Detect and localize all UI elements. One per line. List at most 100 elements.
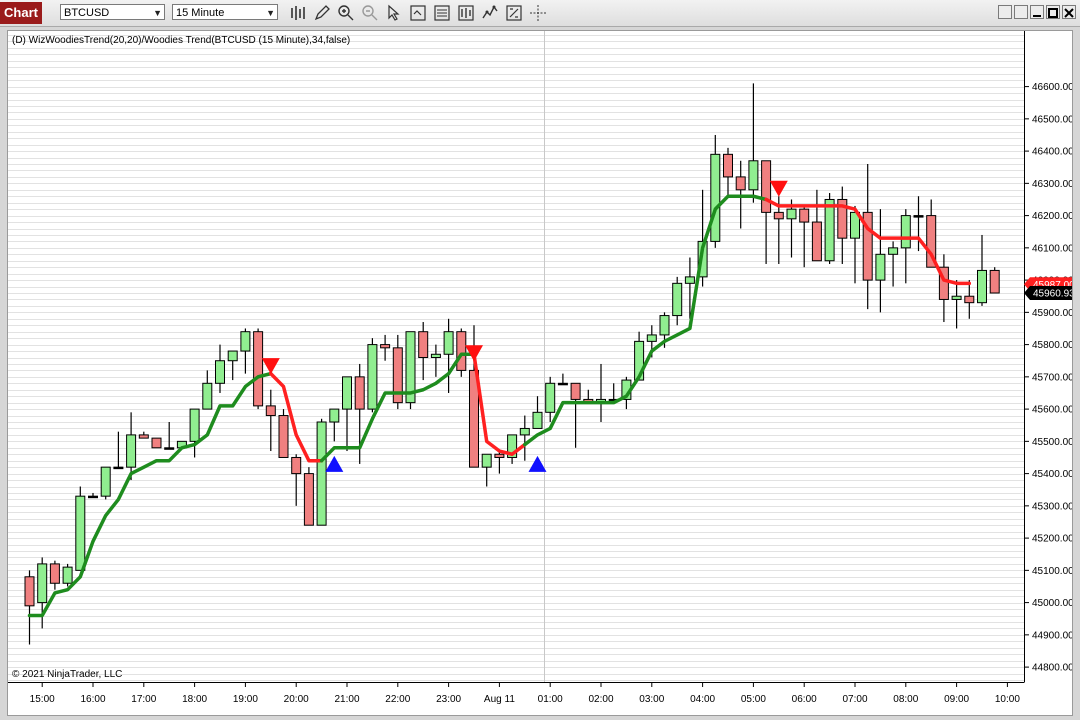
y-tick-label: 45000.00	[1032, 598, 1072, 609]
y-tick-label: 45500.00	[1032, 437, 1072, 448]
candle-down	[494, 453, 505, 458]
x-tick-label: 15:00	[30, 694, 55, 705]
close-button[interactable]	[1062, 5, 1076, 19]
y-tick-label: 46300.00	[1032, 179, 1072, 190]
candle-down	[24, 576, 35, 607]
x-tick-label: 17:00	[131, 694, 156, 705]
y-tick-label: 45900.00	[1032, 308, 1072, 319]
candle-up	[532, 411, 543, 429]
candle-down	[151, 437, 162, 449]
candle-up	[672, 282, 683, 317]
pencil-icon[interactable]	[313, 4, 331, 22]
candle-down	[49, 563, 60, 584]
minimize-icon	[1033, 15, 1041, 17]
candle-down	[799, 208, 810, 223]
x-tick-label: 23:00	[436, 694, 461, 705]
x-tick-label: 08:00	[893, 694, 918, 705]
candle-up	[646, 334, 657, 342]
candle-up	[710, 153, 721, 242]
y-tick-label: 46500.00	[1032, 114, 1072, 125]
x-tick-label: 20:00	[284, 694, 309, 705]
pointer-icon[interactable]	[385, 4, 403, 22]
y-tick-label: 46100.00	[1032, 243, 1072, 254]
x-tick-label: 06:00	[792, 694, 817, 705]
candle-up	[977, 269, 987, 304]
y-tick-label: 44900.00	[1032, 630, 1072, 641]
candle-up	[240, 331, 251, 352]
interval-selector[interactable]: 15 Minute ▼	[172, 4, 278, 20]
x-tick-label: 03:00	[639, 694, 664, 705]
y-tick-label: 46600.00	[1032, 82, 1072, 93]
y-tick-label: 46200.00	[1032, 211, 1072, 222]
candle-down	[761, 160, 772, 213]
buy-signal-arrow	[325, 455, 344, 472]
trend-segment-down	[269, 371, 324, 463]
candle-up	[951, 295, 962, 300]
y-tick-label: 45200.00	[1032, 534, 1072, 545]
candle-down	[811, 221, 822, 262]
candle-up	[786, 208, 797, 220]
candle-up	[329, 408, 340, 423]
y-tick-label: 44800.00	[1032, 663, 1072, 674]
y-tick-label: 45100.00	[1032, 566, 1072, 577]
chart-tab[interactable]: Chart	[0, 2, 42, 24]
data-box-icon[interactable]	[505, 4, 523, 22]
chart-trader-icon[interactable]	[481, 4, 499, 22]
chart-panel[interactable]: 44800.00 44900.00 45000.00 45100.00 45200.00…	[7, 30, 1073, 716]
minimize-button[interactable]	[1030, 5, 1044, 19]
price-marker-label: 45960.93	[1033, 289, 1072, 300]
properties-icon[interactable]	[409, 4, 427, 22]
window-placeholder-button[interactable]	[998, 5, 1012, 19]
candle-up	[367, 344, 378, 410]
candle-up	[88, 495, 98, 499]
candle-up	[126, 434, 137, 468]
x-tick-label: 10:00	[995, 694, 1020, 705]
instrument-selector[interactable]: BTCUSD ▼	[60, 4, 165, 20]
zoom-in-icon[interactable]	[337, 4, 355, 22]
x-tick-label: Aug 11	[484, 694, 515, 705]
candle-up	[430, 353, 441, 358]
chevron-down-icon: ▼	[266, 8, 275, 18]
candle-down	[735, 176, 746, 191]
candle-up	[659, 315, 670, 336]
candle-down	[138, 434, 149, 439]
bar-type-icon[interactable]	[289, 4, 307, 22]
candle-up	[62, 566, 73, 584]
zoom-out-icon[interactable]	[361, 4, 379, 22]
candle-up	[316, 421, 327, 526]
x-axis: 15:00 16:00 17:00 18:00 19:00 20:00 21:00 22:00…	[30, 682, 1020, 705]
candle-up	[202, 382, 213, 410]
candle-up	[684, 276, 695, 284]
y-tick-label: 45300.00	[1032, 501, 1072, 512]
candle-down	[265, 405, 276, 417]
candle-down	[570, 382, 581, 400]
strategies-icon[interactable]	[457, 4, 475, 22]
x-tick-label: 09:00	[944, 694, 969, 705]
candle-up	[888, 247, 899, 255]
candle-up	[443, 331, 454, 355]
y-axis: 44800.00 44900.00 45000.00 45100.00 45200.00…	[1024, 82, 1072, 674]
candle-down	[278, 415, 289, 458]
candle-up	[545, 382, 556, 413]
candle-up	[227, 350, 238, 362]
maximize-button[interactable]	[1046, 5, 1060, 19]
candle-up	[481, 453, 492, 468]
x-tick-label: 22:00	[385, 694, 410, 705]
y-tick-label: 45600.00	[1032, 405, 1072, 416]
candle-down	[456, 331, 467, 371]
candle-up	[913, 215, 924, 218]
y-tick-label: 46400.00	[1032, 147, 1072, 158]
candle-up	[164, 447, 175, 450]
y-tick-label: 45400.00	[1032, 469, 1072, 480]
candle-down	[723, 153, 733, 178]
copyright-text: © 2021 NinjaTrader, LLC	[12, 669, 122, 680]
window-restore-button[interactable]	[1014, 5, 1028, 19]
indicators-icon[interactable]	[433, 4, 451, 22]
x-tick-label: 16:00	[80, 694, 105, 705]
toolbar: Chart BTCUSD ▼ 15 Minute ▼	[0, 0, 1080, 27]
price-chart[interactable]: 44800.00 44900.00 45000.00 45100.00 45200.00…	[8, 31, 1072, 715]
crosshair-icon[interactable]	[529, 4, 547, 22]
chevron-down-icon: ▼	[153, 8, 162, 18]
grid-lines	[8, 35, 1024, 681]
candle-up	[189, 408, 200, 442]
